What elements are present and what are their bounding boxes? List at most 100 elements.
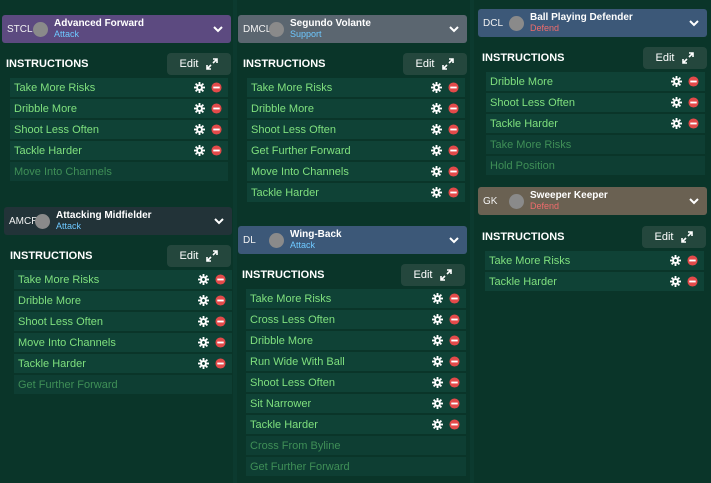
remove-icon[interactable]: [687, 276, 698, 287]
instruction-row[interactable]: Dribble More: [246, 331, 466, 350]
remove-icon[interactable]: [449, 377, 460, 388]
instruction-row[interactable]: Shoot Less Often: [10, 120, 228, 139]
gear-icon[interactable]: [194, 82, 205, 93]
role-header[interactable]: STCL Advanced Forward Attack: [2, 15, 231, 43]
gear-icon[interactable]: [198, 316, 209, 327]
role-header[interactable]: DL Wing-Back Attack: [238, 226, 467, 254]
instruction-row[interactable]: Dribble More: [486, 72, 705, 91]
instruction-row[interactable]: Get Further Forward: [247, 141, 465, 160]
gear-icon[interactable]: [432, 398, 443, 409]
remove-icon[interactable]: [688, 118, 699, 129]
instruction-row[interactable]: Take More Risks: [486, 135, 705, 154]
chevron-down-icon[interactable]: [211, 22, 225, 36]
remove-icon[interactable]: [211, 145, 222, 156]
edit-button[interactable]: Edit: [167, 53, 231, 75]
instruction-row[interactable]: Get Further Forward: [14, 375, 232, 394]
instruction-row[interactable]: Take More Risks: [10, 78, 228, 97]
instruction-row[interactable]: Take More Risks: [247, 78, 465, 97]
remove-icon[interactable]: [211, 124, 222, 135]
remove-icon[interactable]: [687, 255, 698, 266]
remove-icon[interactable]: [215, 274, 226, 285]
gear-icon[interactable]: [198, 274, 209, 285]
remove-icon[interactable]: [448, 124, 459, 135]
gear-icon[interactable]: [432, 293, 443, 304]
gear-icon[interactable]: [431, 82, 442, 93]
remove-icon[interactable]: [448, 145, 459, 156]
edit-button[interactable]: Edit: [643, 47, 707, 69]
gear-icon[interactable]: [432, 335, 443, 346]
gear-icon[interactable]: [198, 358, 209, 369]
gear-icon[interactable]: [194, 124, 205, 135]
instruction-row[interactable]: Shoot Less Often: [14, 312, 232, 331]
edit-button[interactable]: Edit: [642, 226, 706, 248]
instruction-row[interactable]: Run Wide With Ball: [246, 352, 466, 371]
gear-icon[interactable]: [198, 295, 209, 306]
instruction-row[interactable]: Shoot Less Often: [486, 93, 705, 112]
remove-icon[interactable]: [449, 314, 460, 325]
remove-icon[interactable]: [449, 356, 460, 367]
remove-icon[interactable]: [215, 337, 226, 348]
remove-icon[interactable]: [215, 358, 226, 369]
remove-icon[interactable]: [211, 103, 222, 114]
gear-icon[interactable]: [432, 419, 443, 430]
remove-icon[interactable]: [448, 166, 459, 177]
instruction-row[interactable]: Dribble More: [247, 99, 465, 118]
instruction-row[interactable]: Move Into Channels: [14, 333, 232, 352]
instruction-row[interactable]: Shoot Less Often: [247, 120, 465, 139]
instruction-row[interactable]: Tackle Harder: [486, 114, 705, 133]
remove-icon[interactable]: [688, 97, 699, 108]
instruction-row[interactable]: Tackle Harder: [485, 272, 704, 291]
instruction-row[interactable]: Cross From Byline: [246, 436, 466, 455]
instruction-row[interactable]: Sit Narrower: [246, 394, 466, 413]
instruction-row[interactable]: Move Into Channels: [10, 162, 228, 181]
remove-icon[interactable]: [449, 293, 460, 304]
gear-icon[interactable]: [670, 255, 681, 266]
remove-icon[interactable]: [449, 335, 460, 346]
remove-icon[interactable]: [211, 82, 222, 93]
remove-icon[interactable]: [449, 419, 460, 430]
instruction-row[interactable]: Tackle Harder: [10, 141, 228, 160]
chevron-down-icon[interactable]: [447, 22, 461, 36]
edit-button[interactable]: Edit: [167, 245, 231, 267]
instruction-row[interactable]: Tackle Harder: [14, 354, 232, 373]
gear-icon[interactable]: [431, 166, 442, 177]
gear-icon[interactable]: [671, 76, 682, 87]
gear-icon[interactable]: [194, 103, 205, 114]
role-header[interactable]: DCL Ball Playing Defender Defend: [478, 9, 707, 37]
instruction-row[interactable]: Tackle Harder: [246, 415, 466, 434]
gear-icon[interactable]: [431, 187, 442, 198]
instruction-row[interactable]: Cross Less Often: [246, 310, 466, 329]
instruction-row[interactable]: Take More Risks: [485, 251, 704, 270]
gear-icon[interactable]: [432, 377, 443, 388]
gear-icon[interactable]: [194, 145, 205, 156]
instruction-row[interactable]: Shoot Less Often: [246, 373, 466, 392]
instruction-row[interactable]: Get Further Forward: [246, 457, 466, 476]
gear-icon[interactable]: [432, 356, 443, 367]
chevron-down-icon[interactable]: [687, 194, 701, 208]
chevron-down-icon[interactable]: [212, 214, 226, 228]
remove-icon[interactable]: [688, 76, 699, 87]
gear-icon[interactable]: [198, 337, 209, 348]
edit-button[interactable]: Edit: [401, 264, 465, 286]
gear-icon[interactable]: [431, 103, 442, 114]
chevron-down-icon[interactable]: [447, 233, 461, 247]
instruction-row[interactable]: Take More Risks: [14, 270, 232, 289]
remove-icon[interactable]: [449, 398, 460, 409]
edit-button[interactable]: Edit: [403, 53, 467, 75]
instruction-row[interactable]: Tackle Harder: [247, 183, 465, 202]
gear-icon[interactable]: [431, 124, 442, 135]
instruction-row[interactable]: Dribble More: [14, 291, 232, 310]
role-header[interactable]: AMCR Attacking Midfielder Attack: [4, 207, 232, 235]
remove-icon[interactable]: [448, 82, 459, 93]
remove-icon[interactable]: [215, 316, 226, 327]
role-header[interactable]: DMCL Segundo Volante Support: [238, 15, 467, 43]
gear-icon[interactable]: [431, 145, 442, 156]
instruction-row[interactable]: Dribble More: [10, 99, 228, 118]
gear-icon[interactable]: [432, 314, 443, 325]
instruction-row[interactable]: Move Into Channels: [247, 162, 465, 181]
gear-icon[interactable]: [671, 97, 682, 108]
remove-icon[interactable]: [448, 187, 459, 198]
gear-icon[interactable]: [671, 118, 682, 129]
instruction-row[interactable]: Hold Position: [486, 156, 705, 175]
chevron-down-icon[interactable]: [687, 16, 701, 30]
